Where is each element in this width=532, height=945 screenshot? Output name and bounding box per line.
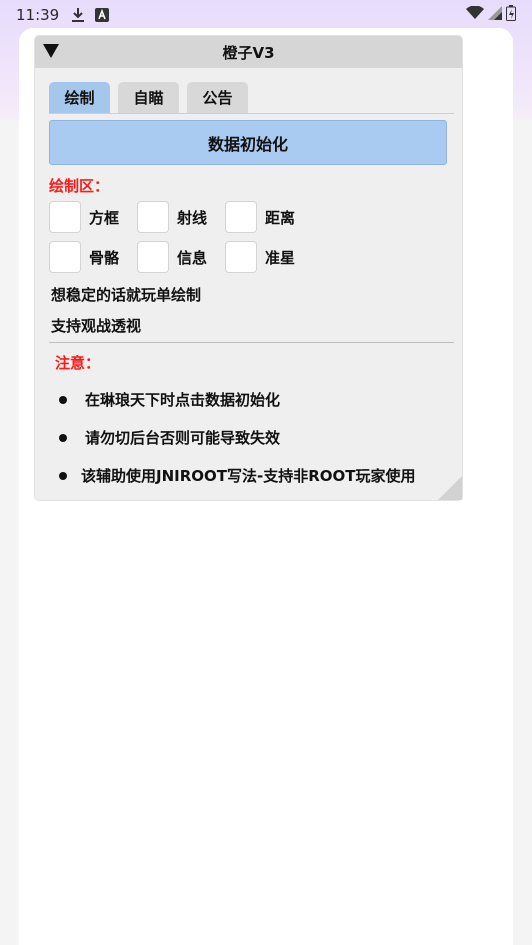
- note-item: 该辅助使用JNIROOT写法-支持非ROOT玩家使用: [59, 465, 416, 486]
- note-text: 请勿切后台否则可能导致失效: [85, 429, 281, 447]
- checkbox-label: 射线: [177, 208, 208, 227]
- floating-menu-panel[interactable]: 橙子V3 绘制 自瞄 公告 数据初始化 绘制区： 方框 射线 距离 骨骼 信息: [35, 36, 462, 500]
- info-text-spectate: 支持观战透视: [51, 317, 142, 335]
- bullet-dot-icon: [59, 395, 67, 404]
- app-a-icon: [95, 8, 110, 22]
- checkbox-box-esp[interactable]: 方框: [49, 201, 137, 233]
- checkbox-info[interactable]: 信息: [137, 241, 225, 273]
- bullet-dot-icon: [59, 471, 67, 480]
- panel-header[interactable]: 橙子V3: [35, 36, 462, 68]
- notes-title: 注意：: [55, 354, 101, 372]
- download-icon: [71, 7, 85, 23]
- tab-divider: [49, 113, 454, 114]
- checkbox-label: 距离: [265, 208, 296, 227]
- tab-draw[interactable]: 绘制: [49, 82, 110, 113]
- checkbox[interactable]: [49, 201, 81, 233]
- tab-aim[interactable]: 自瞄: [118, 82, 179, 113]
- note-item: 在琳琅天下时点击数据初始化: [59, 389, 280, 410]
- section-divider: [49, 342, 454, 343]
- checkbox-crosshair[interactable]: 准星: [225, 241, 313, 273]
- checkbox-distance[interactable]: 距离: [225, 201, 313, 233]
- checkbox-label: 方框: [89, 208, 120, 227]
- checkbox-skeleton[interactable]: 骨骼: [49, 241, 137, 273]
- checkbox[interactable]: [225, 201, 257, 233]
- status-time: 11:39: [16, 6, 60, 24]
- checkbox[interactable]: [49, 241, 81, 273]
- signal-icon: [488, 6, 502, 24]
- battery-icon: [506, 5, 516, 25]
- checkbox-row-2: 骨骼 信息 准星: [49, 241, 313, 273]
- checkbox-label: 准星: [265, 248, 296, 267]
- resize-grip-icon[interactable]: [438, 476, 462, 500]
- checkbox[interactable]: [137, 201, 169, 233]
- checkbox-row-1: 方框 射线 距离: [49, 201, 313, 233]
- checkbox[interactable]: [225, 241, 257, 273]
- collapse-triangle-icon[interactable]: [43, 43, 59, 59]
- checkbox-ray[interactable]: 射线: [137, 201, 225, 233]
- note-text: 在琳琅天下时点击数据初始化: [85, 391, 281, 409]
- tab-bar: 绘制 自瞄 公告: [49, 82, 248, 113]
- data-init-button[interactable]: 数据初始化: [49, 120, 447, 165]
- checkbox[interactable]: [137, 241, 169, 273]
- note-text: 该辅助使用JNIROOT写法-支持非ROOT玩家使用: [81, 467, 416, 485]
- panel-title: 橙子V3: [222, 43, 275, 62]
- draw-section-title: 绘制区：: [49, 177, 110, 195]
- checkbox-label: 信息: [177, 248, 208, 267]
- note-item: 请勿切后台否则可能导致失效: [59, 427, 280, 448]
- bullet-dot-icon: [59, 433, 67, 442]
- checkbox-label: 骨骼: [89, 248, 120, 267]
- tab-notice[interactable]: 公告: [187, 82, 248, 113]
- info-text-stable: 想稳定的话就玩单绘制: [51, 286, 202, 304]
- status-bar: 11:39: [0, 0, 532, 30]
- wifi-icon: [466, 5, 484, 24]
